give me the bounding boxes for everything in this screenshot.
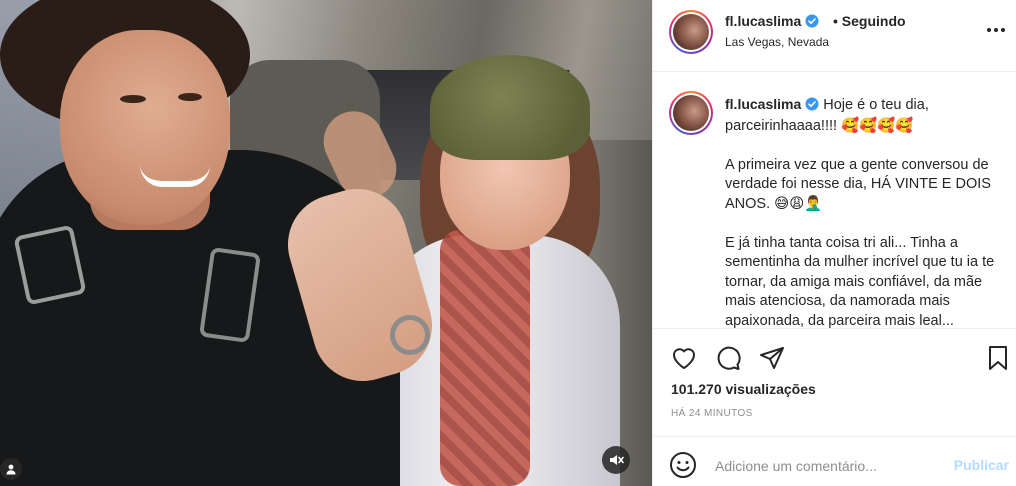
avatar[interactable] <box>669 10 713 54</box>
view-count[interactable]: 101.270 visualizações <box>671 381 816 397</box>
user-icon[interactable] <box>0 458 22 480</box>
author-username[interactable]: fl.lucaslima <box>725 13 819 31</box>
post-header: fl.lucaslima • Seguindo Las Vegas, Nevad… <box>653 0 1016 72</box>
post-location[interactable]: Las Vegas, Nevada <box>725 35 829 49</box>
comment-input[interactable] <box>715 451 935 481</box>
publish-button[interactable]: Publicar <box>954 457 1009 473</box>
caption-username[interactable]: fl.lucaslima <box>725 96 819 112</box>
post-video[interactable] <box>0 0 652 486</box>
post-details-panel: fl.lucaslima • Seguindo Las Vegas, Nevad… <box>652 0 1016 486</box>
caption: fl.lucaslima Hoje é o teu dia, parceirinh… <box>725 95 1007 328</box>
caption-username-text[interactable]: fl.lucaslima <box>725 96 801 112</box>
woman-hat <box>430 55 590 160</box>
caption-section: fl.lucaslima Hoje é o teu dia, parceirinh… <box>653 73 1016 328</box>
heart-icon[interactable] <box>669 343 699 373</box>
woman-scarf <box>440 230 530 486</box>
action-bar <box>653 328 1016 386</box>
more-options-icon[interactable] <box>983 22 1009 38</box>
follow-status[interactable]: • Seguindo <box>833 13 906 29</box>
smiley-icon[interactable] <box>669 451 699 481</box>
verified-badge-icon <box>805 14 819 31</box>
comment-bubble-icon[interactable] <box>713 343 743 373</box>
bookmark-icon[interactable] <box>983 343 1013 373</box>
bracelet <box>390 315 430 355</box>
man-face <box>60 30 230 225</box>
man-eye <box>120 95 146 103</box>
caption-avatar[interactable] <box>669 91 713 135</box>
paper-plane-icon[interactable] <box>757 343 787 373</box>
caption-body: Hoje é o teu dia, parceirinhaaaa!!!! 🥰🥰🥰… <box>725 97 995 328</box>
post-timestamp[interactable]: HÁ 24 MINUTOS <box>671 408 753 419</box>
author-username-text[interactable]: fl.lucaslima <box>725 13 801 29</box>
comment-bar: Publicar <box>653 436 1016 486</box>
muted-speaker-icon[interactable] <box>602 446 630 474</box>
man-eye <box>178 93 202 101</box>
verified-badge-icon <box>805 97 819 117</box>
man-smile <box>140 165 210 187</box>
